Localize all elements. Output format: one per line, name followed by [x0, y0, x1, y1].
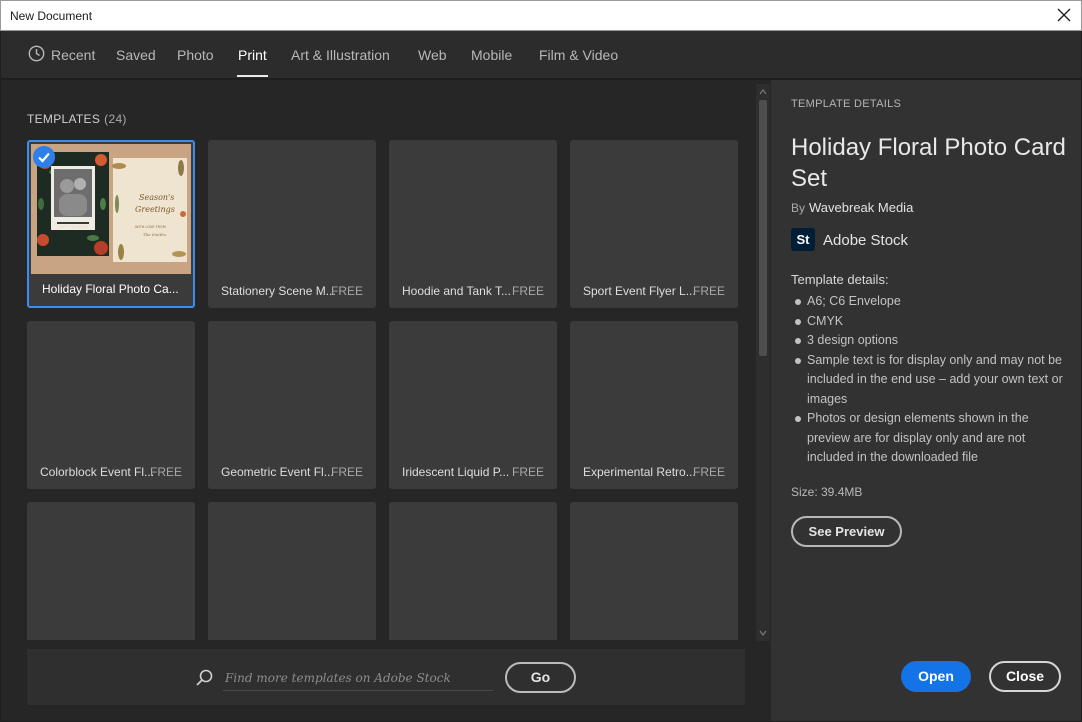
tab-mobile[interactable]: Mobile: [471, 47, 512, 63]
clock-icon: [28, 45, 45, 62]
tab-recent[interactable]: Recent: [51, 47, 95, 63]
by-label: By: [791, 201, 806, 215]
template-name: Iridescent Liquid P...: [402, 465, 510, 479]
free-badge: FREE: [511, 465, 544, 479]
template-card[interactable]: [27, 502, 195, 640]
details-item: Photos or design elements shown in the p…: [793, 409, 1063, 468]
template-name: Geometric Event Fl...: [221, 465, 334, 479]
templates-grid: Season's Greetings WITH LOVE FROM The Sm…: [27, 140, 747, 640]
scrollbar-thumb[interactable]: [759, 100, 767, 356]
tab-film-video[interactable]: Film & Video: [539, 47, 618, 63]
thumb-text-line4: The Smiths: [143, 232, 166, 237]
template-name: Stationery Scene M...: [221, 284, 336, 298]
template-name: Sport Event Flyer L...: [583, 284, 696, 298]
free-badge: FREE: [692, 465, 725, 479]
template-card[interactable]: Geometric Event Fl... FREE: [208, 321, 376, 489]
tab-photo[interactable]: Photo: [177, 47, 214, 63]
template-name: Hoodie and Tank T...: [402, 284, 511, 298]
active-tab-indicator: [237, 75, 268, 77]
details-item: A6; C6 Envelope: [793, 292, 1063, 312]
template-name: Colorblock Event Fl...: [40, 465, 155, 479]
thumb-text-line3: WITH LOVE FROM: [135, 225, 166, 229]
details-item: 3 design options: [793, 331, 1063, 351]
scroll-up-arrow-icon[interactable]: [759, 88, 767, 96]
template-card[interactable]: Iridescent Liquid P... FREE: [389, 321, 557, 489]
adobe-stock-logo: St: [791, 228, 815, 251]
details-heading: TEMPLATE DETAILS: [791, 98, 902, 110]
templates-panel: TEMPLATES (24) Season's Greetings WITH L…: [1, 80, 771, 721]
tab-web[interactable]: Web: [418, 47, 447, 63]
open-button[interactable]: Open: [901, 661, 971, 692]
template-card[interactable]: [389, 502, 557, 640]
templates-count: (24): [104, 112, 127, 126]
template-card[interactable]: Sport Event Flyer L... FREE: [570, 140, 738, 308]
thumb-text-line2: Greetings: [135, 205, 175, 214]
stock-name: Adobe Stock: [823, 232, 909, 249]
details-list-label: Template details:: [791, 272, 889, 287]
templates-scrollbar[interactable]: [756, 84, 770, 641]
free-badge: FREE: [330, 465, 363, 479]
thumb-card-text: HAPPY HOLIDAYS: [58, 225, 89, 229]
template-card[interactable]: Colorblock Event Fl... FREE: [27, 321, 195, 489]
template-card[interactable]: Hoodie and Tank T... FREE: [389, 140, 557, 308]
scroll-down-arrow-icon[interactable]: [759, 629, 767, 637]
template-thumbnail: Season's Greetings WITH LOVE FROM The Sm…: [31, 144, 191, 274]
author-name: Wavebreak Media: [809, 200, 914, 215]
tab-saved[interactable]: Saved: [116, 47, 156, 63]
template-details-panel: TEMPLATE DETAILS Holiday Floral Photo Ca…: [771, 80, 1081, 721]
see-preview-button[interactable]: See Preview: [791, 516, 902, 547]
tab-art-illustration[interactable]: Art & Illustration: [291, 47, 390, 63]
file-size: Size: 39.4MB: [791, 485, 863, 499]
details-item: CMYK: [793, 312, 1063, 332]
window-title: New Document: [10, 9, 93, 23]
tab-print[interactable]: Print: [238, 47, 267, 63]
template-card[interactable]: Stationery Scene M... FREE: [208, 140, 376, 308]
category-tabs: Recent Saved Photo Print Art & Illustrat…: [1, 31, 1081, 79]
go-button[interactable]: Go: [505, 662, 576, 693]
stock-search-input[interactable]: [223, 665, 493, 691]
stock-search-bar: Go: [27, 649, 745, 705]
author-line: By Wavebreak Media: [791, 200, 913, 215]
holiday-card-thumbnail: Season's Greetings WITH LOVE FROM The Sm…: [31, 144, 191, 274]
title-bar: New Document: [0, 0, 1082, 31]
free-badge: FREE: [692, 284, 725, 298]
free-badge: FREE: [511, 284, 544, 298]
details-list: A6; C6 Envelope CMYK 3 design options Sa…: [793, 292, 1063, 468]
free-badge: FREE: [149, 465, 182, 479]
thumb-text-line1: Season's: [139, 193, 174, 202]
close-button[interactable]: Close: [989, 661, 1061, 692]
template-name: Holiday Floral Photo Ca...: [42, 282, 179, 296]
template-title: Holiday Floral Photo Card Set: [791, 134, 1066, 192]
window-close-icon[interactable]: [1055, 6, 1073, 24]
template-card[interactable]: Season's Greetings WITH LOVE FROM The Sm…: [27, 140, 195, 308]
templates-heading: TEMPLATES (24): [27, 112, 127, 126]
selected-check-icon: [33, 146, 55, 168]
template-name: Experimental Retro...: [583, 465, 696, 479]
template-card[interactable]: [570, 502, 738, 640]
template-card[interactable]: [208, 502, 376, 640]
template-card[interactable]: Experimental Retro... FREE: [570, 321, 738, 489]
free-badge: FREE: [330, 284, 363, 298]
details-item: Sample text is for display only and may …: [793, 351, 1063, 410]
search-icon: [196, 669, 213, 686]
